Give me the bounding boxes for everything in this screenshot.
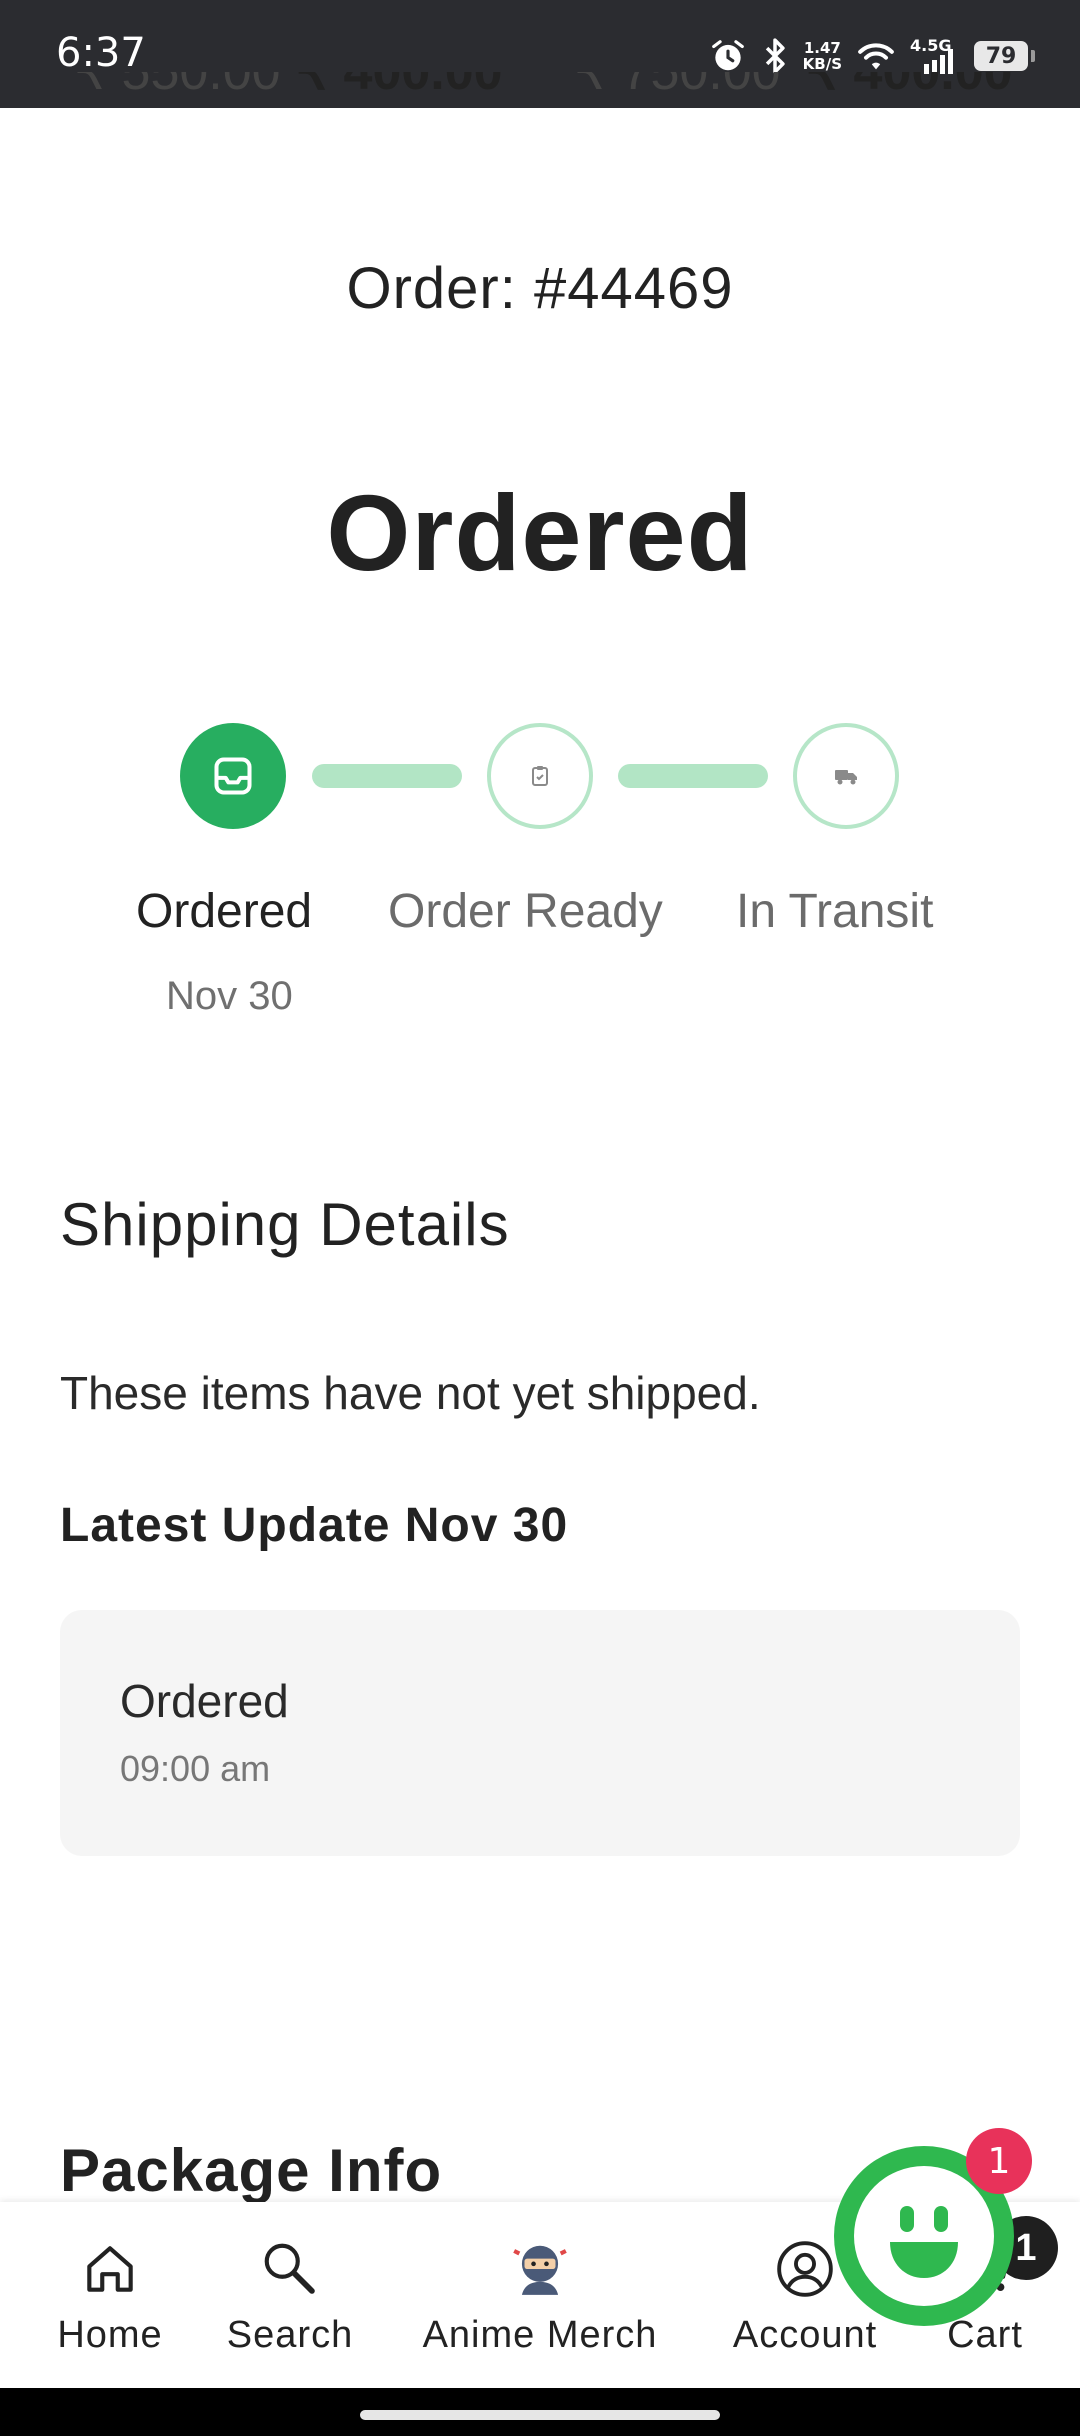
order-number: Order: #44469	[346, 256, 734, 321]
price-text: ₹ 550.00	[74, 72, 281, 101]
update-status: Ordered	[120, 1675, 289, 1727]
step-date-ordered: Nov 30	[166, 974, 293, 1018]
nav-search[interactable]: Search	[220, 2202, 360, 2388]
battery-indicator: 79	[974, 41, 1035, 71]
shipping-details-heading: Shipping Details	[60, 1191, 510, 1258]
price-strip: ₹ 550.00 ₹ 400.00 ₹ 750.00 ₹ 400.00	[0, 72, 1080, 112]
smiley-face-icon	[890, 2206, 958, 2278]
step-label-in-transit: In Transit	[736, 885, 934, 938]
nav-account-label: Account	[732, 2314, 878, 2356]
wifi-icon	[858, 43, 894, 70]
home-icon	[87, 2246, 133, 2292]
latest-update-label: Latest Update Nov 30	[60, 1499, 569, 1552]
nav-anime-merch-label: Anime Merch	[422, 2314, 658, 2356]
status-time: 6:37	[56, 30, 146, 76]
update-time: 09:00 am	[120, 1748, 271, 1789]
step-in-transit-circle	[793, 723, 899, 829]
bluetooth-icon	[765, 38, 785, 74]
account-icon	[777, 2241, 833, 2297]
signal-bars-icon	[924, 49, 953, 74]
step-ordered-circle	[180, 723, 286, 829]
order-status-title: Ordered	[326, 472, 754, 593]
progress-connector	[618, 764, 768, 788]
progress-connector	[312, 764, 462, 788]
inbox-icon	[214, 757, 252, 795]
step-order-ready-circle	[487, 723, 593, 829]
nav-anime-merch[interactable]: Anime Merch	[410, 2202, 670, 2388]
shipping-message: These items have not yet shipped.	[60, 1367, 761, 1419]
chat-unread-badge: 1	[966, 2128, 1032, 2194]
network-speed: 1.47 KB/S	[802, 39, 842, 73]
search-icon	[264, 2243, 315, 2294]
alarm-icon	[711, 40, 744, 71]
price-text: ₹ 400.00	[296, 72, 503, 101]
clipboard-check-icon	[532, 766, 548, 786]
step-label-order-ready: Order Ready	[388, 885, 663, 938]
ninja-avatar-icon	[513, 2245, 567, 2295]
truck-icon	[835, 770, 857, 785]
smiley-icon	[854, 2166, 994, 2306]
price-text: ₹ 400.00	[806, 72, 1013, 101]
package-info-heading: Package Info	[60, 2137, 443, 2204]
step-label-ordered: Ordered	[136, 885, 313, 938]
cellular-signal: 4.5G	[910, 36, 960, 76]
price-text: ₹ 750.00	[574, 72, 781, 101]
update-card: Ordered 09:00 am	[60, 1610, 1020, 1856]
nav-home[interactable]: Home	[40, 2202, 180, 2388]
home-gesture-pill[interactable]	[360, 2410, 720, 2420]
nav-search-label: Search	[226, 2314, 354, 2356]
nav-home-label: Home	[57, 2314, 163, 2356]
